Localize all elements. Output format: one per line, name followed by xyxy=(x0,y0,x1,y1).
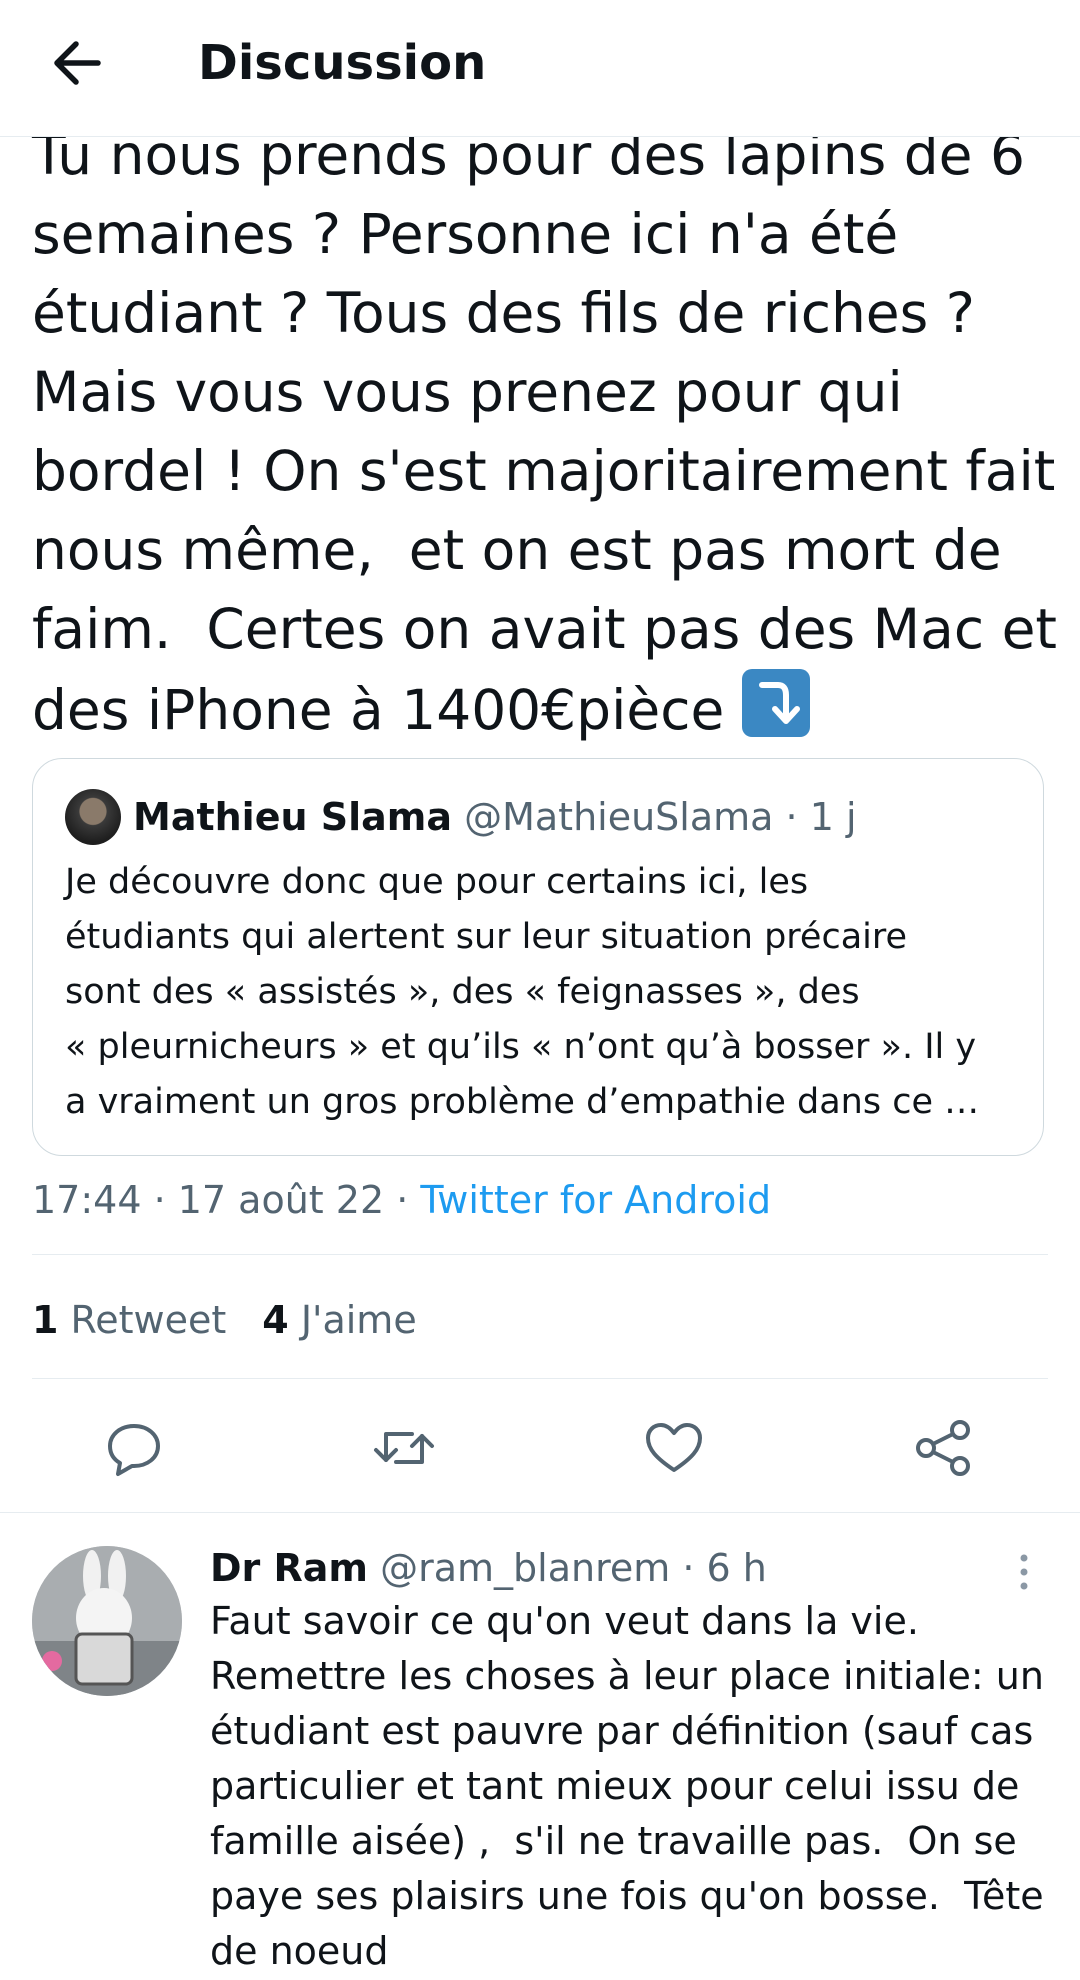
back-button[interactable] xyxy=(44,30,110,96)
quoted-tweet-text: Je découvre donc que pour certains ici, … xyxy=(65,862,980,1122)
arrow-left-icon xyxy=(54,41,101,85)
avatar[interactable] xyxy=(32,1546,182,1696)
like-button[interactable] xyxy=(642,1416,706,1480)
quoted-tweet-card[interactable]: Mathieu Slama @MathieuSlama · 1 j Je déc… xyxy=(32,758,1044,1156)
source-link[interactable]: Twitter for Android xyxy=(420,1178,771,1222)
retweets-stat[interactable]: 1 Retweet xyxy=(32,1298,226,1342)
retweets-count: 1 xyxy=(32,1298,59,1342)
heart-icon xyxy=(646,1423,702,1472)
timestamp-text: 17:44 · 17 août 22 · xyxy=(32,1178,421,1222)
avatar xyxy=(65,789,121,845)
tweet-timestamp: 17:44 · 17 août 22 · Twitter for Android xyxy=(32,1172,771,1228)
page-title: Discussion xyxy=(198,35,487,91)
reply-tweet-text: Faut savoir ce qu'on veut dans la vie. R… xyxy=(210,1599,1044,1973)
quoted-author-name: Mathieu Slama xyxy=(133,795,453,839)
likes-label: J'aime xyxy=(300,1298,417,1342)
more-vertical-icon xyxy=(1020,1554,1028,1590)
quoted-tweet-header: Mathieu Slama @MathieuSlama · 1 j xyxy=(133,791,857,843)
divider xyxy=(0,1512,1080,1513)
top-bar: Discussion xyxy=(0,0,1080,137)
reply-icon xyxy=(108,1424,160,1476)
likes-count: 4 xyxy=(262,1298,289,1342)
retweet-button[interactable] xyxy=(372,1416,436,1480)
reply-header: Dr Ram @ram_blanrem · 6 h xyxy=(210,1540,767,1596)
more-options-button[interactable] xyxy=(1006,1544,1042,1600)
divider xyxy=(32,1378,1048,1379)
share-button[interactable] xyxy=(912,1416,976,1480)
quoted-author-meta: @MathieuSlama · 1 j xyxy=(452,795,857,839)
likes-stat[interactable]: 4 J'aime xyxy=(262,1298,416,1342)
arrow-down-emoji-icon xyxy=(741,669,810,737)
tweet-stats: 1 Retweet 4 J'aime xyxy=(32,1292,417,1348)
reply-button[interactable] xyxy=(102,1416,166,1480)
retweet-icon xyxy=(374,1432,434,1464)
retweets-label: Retweet xyxy=(70,1298,227,1342)
share-icon xyxy=(916,1420,970,1476)
main-tweet-body: Tu nous prends pour des lapins de 6 sema… xyxy=(32,123,1057,742)
divider xyxy=(32,1254,1048,1255)
reply-author-name[interactable]: Dr Ram xyxy=(210,1546,368,1590)
reply-author-meta: @ram_blanrem · 6 h xyxy=(368,1546,767,1590)
main-tweet-text: Tu nous prends pour des lapins de 6 sema… xyxy=(32,116,1062,750)
